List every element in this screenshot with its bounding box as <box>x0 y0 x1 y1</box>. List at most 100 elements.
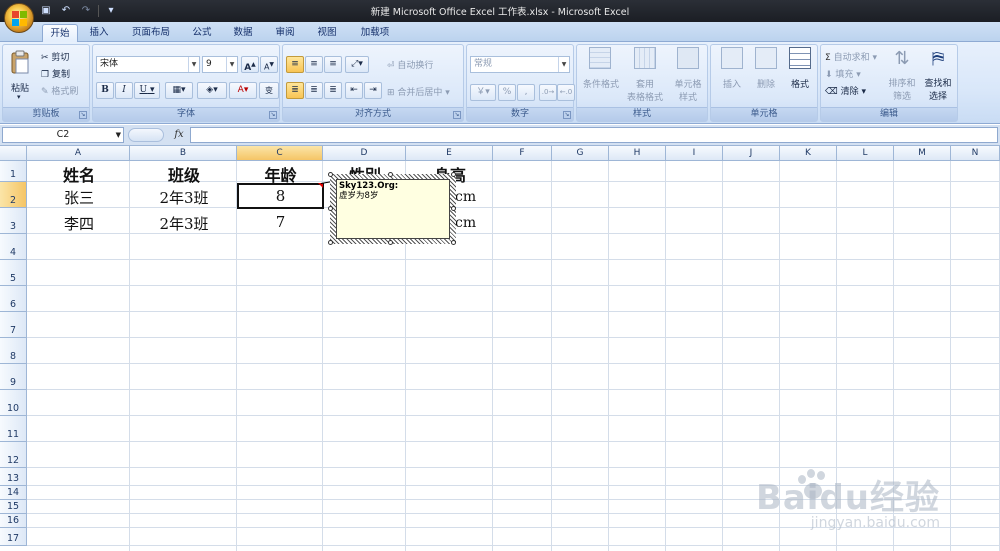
tab-review[interactable]: 审阅 <box>268 24 302 42</box>
insert-cells-button[interactable]: 插入 <box>717 47 747 90</box>
cell-B1[interactable]: 班级 <box>131 162 237 186</box>
increase-indent-icon[interactable]: ⇥ <box>364 82 382 99</box>
tab-home[interactable]: 开始 <box>42 24 78 42</box>
merge-center-button[interactable]: ⊞ 合并后居中 ▾ <box>387 85 450 98</box>
resize-handle[interactable] <box>451 206 456 211</box>
cell-E3[interactable]: cm <box>455 215 495 231</box>
row-header[interactable]: 17 <box>0 528 27 546</box>
resize-handle[interactable] <box>328 206 333 211</box>
font-color-button[interactable]: A▾ <box>229 82 257 99</box>
column-header[interactable]: M <box>894 146 951 161</box>
row-header[interactable]: 11 <box>0 416 27 442</box>
conditional-format-button[interactable]: 条件格式 <box>583 47 619 90</box>
cell-A2[interactable]: 张三 <box>28 187 130 208</box>
column-header[interactable]: I <box>666 146 723 161</box>
percent-button[interactable]: % <box>498 84 516 101</box>
row-header[interactable]: 6 <box>0 286 27 312</box>
fill-color-button[interactable]: ◈▾ <box>197 82 227 99</box>
insert-function-button[interactable]: fx <box>170 127 188 143</box>
resize-handle[interactable] <box>328 240 333 245</box>
row-header[interactable]: 3 <box>0 208 27 234</box>
row-header[interactable]: 13 <box>0 468 27 486</box>
currency-icon[interactable]: ￥▾ <box>470 84 496 101</box>
column-header[interactable]: L <box>837 146 894 161</box>
column-header[interactable]: G <box>552 146 609 161</box>
row-header[interactable]: 12 <box>0 442 27 468</box>
borders-button[interactable]: ▦▾ <box>165 82 193 99</box>
tab-insert[interactable]: 插入 <box>82 24 116 42</box>
row-header[interactable]: 9 <box>0 364 27 390</box>
name-box[interactable]: C2 ▼ <box>2 127 124 143</box>
row-header[interactable]: 1 <box>0 161 27 182</box>
cell-C3[interactable]: 7 <box>238 213 323 231</box>
paste-icon[interactable] <box>9 49 33 79</box>
align-left-icon[interactable]: ≣ <box>286 82 304 99</box>
resize-handle[interactable] <box>451 172 456 177</box>
grow-font-button[interactable]: A▲ <box>241 56 259 73</box>
resize-handle[interactable] <box>388 240 393 245</box>
column-header[interactable]: H <box>609 146 666 161</box>
font-size-select[interactable]: 9 ▼ <box>202 56 238 73</box>
autosum-button[interactable]: Σ 自动求和 ▾ <box>825 50 877 63</box>
alignment-launcher-icon[interactable]: ↘ <box>453 111 461 119</box>
tab-view[interactable]: 视图 <box>310 24 344 42</box>
column-header[interactable]: K <box>780 146 837 161</box>
column-header[interactable]: F <box>493 146 552 161</box>
row-header[interactable]: 10 <box>0 390 27 416</box>
sort-filter-button[interactable]: ⇅ 排序和 筛选 <box>887 47 917 102</box>
format-painter-button[interactable]: ✎ 格式刷 <box>41 84 78 98</box>
row-header[interactable]: 4 <box>0 234 27 260</box>
column-header[interactable]: C <box>237 146 323 161</box>
delete-cells-button[interactable]: 删除 <box>751 47 781 90</box>
column-header[interactable]: D <box>323 146 406 161</box>
comment-box[interactable]: Sky123.Org: 虚岁为8岁 <box>336 179 450 239</box>
shrink-font-button[interactable]: A▼ <box>260 56 278 73</box>
decrease-decimal-icon[interactable]: ←.0 <box>557 84 575 101</box>
format-cells-button[interactable]: 格式 <box>785 47 815 90</box>
number-launcher-icon[interactable]: ↘ <box>563 111 571 119</box>
tab-data[interactable]: 数据 <box>226 24 260 42</box>
phonetic-button[interactable]: 变 <box>259 82 279 99</box>
row-header[interactable]: 14 <box>0 486 27 500</box>
orientation-icon[interactable]: ⤢▾ <box>345 56 369 73</box>
format-as-table-button[interactable]: 套用 表格格式 <box>625 47 665 103</box>
resize-handle[interactable] <box>328 172 333 177</box>
cell-A3[interactable]: 李四 <box>28 213 130 234</box>
cut-button[interactable]: ✂ 剪切 <box>41 50 69 64</box>
font-launcher-icon[interactable]: ↘ <box>269 111 277 119</box>
paste-dropdown-icon[interactable]: ▾ <box>17 93 21 101</box>
clear-button[interactable]: ⌫ 清除 ▾ <box>825 84 866 97</box>
cell-A1[interactable]: 姓名 <box>28 162 130 186</box>
formula-input[interactable] <box>190 127 998 143</box>
decrease-indent-icon[interactable]: ⇤ <box>345 82 363 99</box>
cell-B2[interactable]: 2年3班 <box>131 187 237 208</box>
row-header[interactable]: 2 <box>0 182 27 208</box>
cell-E2[interactable]: cm <box>455 189 495 205</box>
resize-handle[interactable] <box>388 172 393 177</box>
tab-addins[interactable]: 加载项 <box>354 24 396 42</box>
office-button[interactable] <box>4 3 34 33</box>
column-header[interactable]: A <box>27 146 130 161</box>
increase-decimal-icon[interactable]: .0→ <box>539 84 557 101</box>
row-header[interactable]: 8 <box>0 338 27 364</box>
copy-button[interactable]: ❐ 复制 <box>41 67 70 81</box>
font-name-select[interactable]: 宋体 ▼ <box>96 56 200 73</box>
number-format-select[interactable]: 常规 ▼ <box>470 56 570 73</box>
row-header[interactable]: 15 <box>0 500 27 514</box>
row-header[interactable]: 5 <box>0 260 27 286</box>
row-header[interactable]: 16 <box>0 514 27 528</box>
formula-bar-grip[interactable] <box>128 128 164 142</box>
align-bottom-icon[interactable]: ≡ <box>324 56 342 73</box>
align-top-icon[interactable]: ≡ <box>286 56 304 73</box>
fill-button[interactable]: ⬇ 填充 ▾ <box>825 67 861 80</box>
comma-button[interactable]: , <box>517 84 535 101</box>
resize-handle[interactable] <box>451 240 456 245</box>
column-header[interactable]: J <box>723 146 780 161</box>
select-all-corner[interactable] <box>0 146 27 161</box>
tab-page-layout[interactable]: 页面布局 <box>126 24 176 42</box>
align-middle-icon[interactable]: ≡ <box>305 56 323 73</box>
find-select-button[interactable]: ⛿ 查找和 选择 <box>921 47 955 102</box>
column-header[interactable]: E <box>406 146 493 161</box>
clipboard-launcher-icon[interactable]: ↘ <box>79 111 87 119</box>
column-header[interactable]: N <box>951 146 1000 161</box>
